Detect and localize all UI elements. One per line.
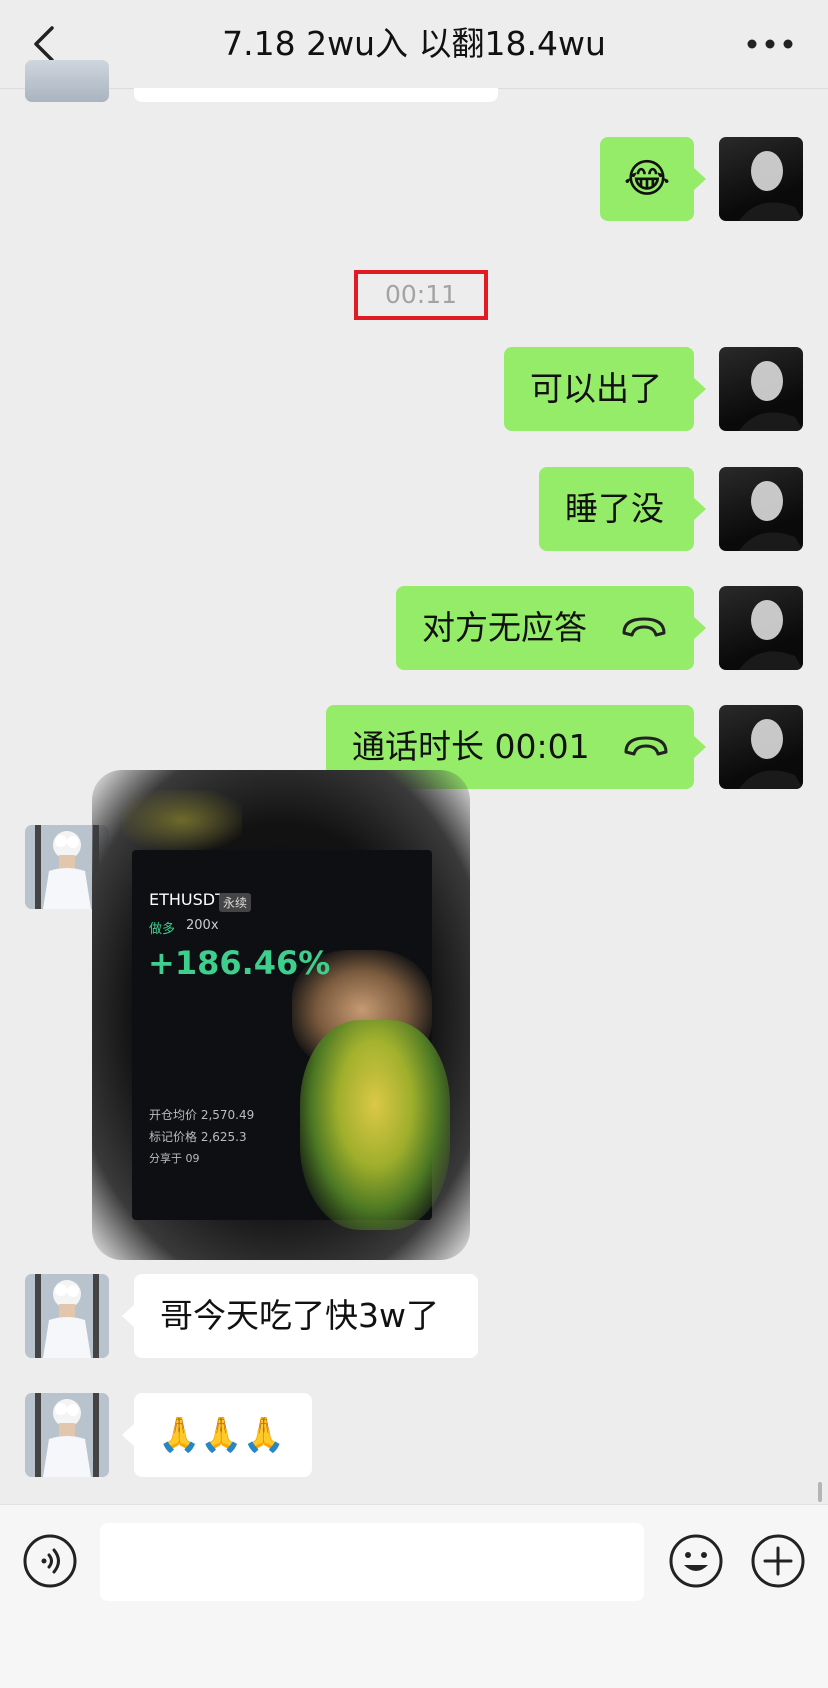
avatar-silhouette-icon	[739, 361, 803, 431]
chat-screen: 7.18 2wu入 以翻18.4wu 😂 00:11 可以出了 睡了没 对方无应…	[0, 0, 828, 1688]
message-text: 可以出了	[530, 369, 662, 408]
more-dots-icon	[747, 39, 793, 49]
avatar-silhouette-icon	[739, 600, 803, 670]
emoji-button[interactable]	[668, 1533, 724, 1589]
avatar-silhouette-icon	[739, 481, 803, 551]
peer-avatar[interactable]	[25, 60, 109, 102]
sent-emoji-bubble[interactable]: 😂	[600, 137, 706, 221]
trade-side: 做多	[149, 922, 176, 937]
trade-open-price: 开仓均价 2,570.49	[149, 1108, 255, 1122]
scroll-indicator[interactable]	[818, 1482, 822, 1502]
my-avatar[interactable]	[719, 586, 803, 670]
image-blur-patch	[122, 790, 242, 850]
sent-message-bubble[interactable]: 可以出了	[504, 347, 706, 431]
image-blur-patch	[300, 1020, 450, 1230]
my-avatar[interactable]	[719, 705, 803, 789]
emoji-icon	[669, 1534, 723, 1588]
peer-avatar[interactable]	[25, 1274, 109, 1358]
avatar-silhouette-icon	[739, 719, 803, 789]
call-record-bubble[interactable]: 对方无应答	[396, 586, 706, 670]
received-message-bubble[interactable]: 哥今天吃了快3w了	[122, 1274, 478, 1358]
message-text: 🙏🙏🙏	[158, 1415, 286, 1455]
plus-button[interactable]	[750, 1533, 806, 1589]
trade-tag: 永续	[219, 893, 252, 912]
voice-icon	[23, 1534, 77, 1588]
message-text: 睡了没	[565, 489, 664, 528]
hangup-phone-icon	[622, 617, 665, 636]
partial-message-bubble	[134, 88, 498, 102]
trade-leverage: 200x	[186, 918, 219, 933]
my-avatar[interactable]	[719, 347, 803, 431]
hangup-phone-icon	[624, 736, 668, 755]
message-input[interactable]	[100, 1523, 644, 1601]
voice-button[interactable]	[22, 1533, 78, 1589]
more-button[interactable]	[740, 24, 800, 64]
trade-mark-price: 标记价格 2,625.3	[149, 1130, 247, 1144]
message-text: 哥今天吃了快3w了	[160, 1296, 439, 1335]
emoji-text: 😂	[623, 156, 671, 202]
received-message-bubble[interactable]: 🙏🙏🙏	[122, 1393, 312, 1477]
trade-pair: ETHUSDT	[149, 890, 225, 909]
avatar-person-icon	[25, 1274, 109, 1358]
my-avatar[interactable]	[719, 137, 803, 221]
chat-title: 7.18 2wu入 以翻18.4wu	[222, 24, 606, 63]
message-text: 对方无应答	[422, 608, 587, 647]
time-divider: 00:11	[354, 270, 488, 320]
trade-pnl: +186.46%	[148, 944, 331, 982]
peer-avatar[interactable]	[25, 1393, 109, 1477]
chat-header: 7.18 2wu入 以翻18.4wu	[0, 0, 828, 89]
sent-message-bubble[interactable]: 睡了没	[539, 467, 706, 551]
avatar-silhouette-icon	[739, 151, 803, 221]
plus-icon	[751, 1534, 805, 1588]
avatar-person-icon	[25, 1393, 109, 1477]
my-avatar[interactable]	[719, 467, 803, 551]
image-message[interactable]	[92, 770, 470, 1260]
trade-share: 分享于 09	[149, 1152, 200, 1165]
